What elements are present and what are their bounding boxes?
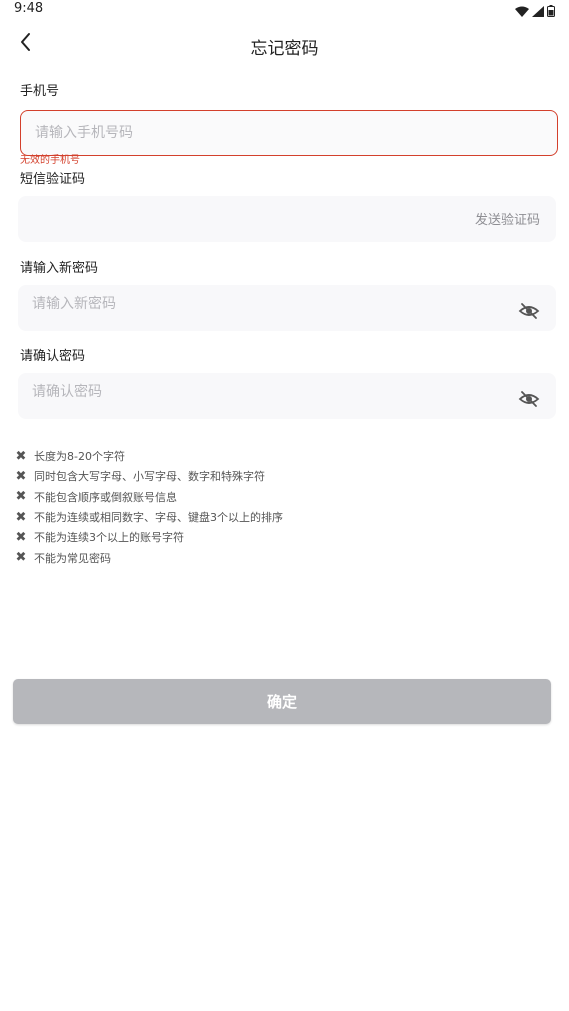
new-password-input[interactable] bbox=[32, 281, 432, 327]
new-password-visibility-toggle[interactable] bbox=[518, 300, 540, 322]
phone-field bbox=[20, 110, 558, 156]
confirm-password-field bbox=[18, 369, 556, 419]
cross-icon: ✖ bbox=[15, 489, 27, 505]
status-time: 9:48 bbox=[14, 1, 44, 16]
confirm-password-label: 请确认密码 bbox=[20, 349, 86, 364]
wifi-icon bbox=[515, 6, 529, 17]
cross-icon: ✖ bbox=[15, 509, 27, 525]
password-rule-text: 不能为常见密码 bbox=[34, 551, 111, 565]
password-rule: ✖ 长度为8-20个字符 bbox=[14, 446, 283, 466]
confirm-password-visibility-toggle[interactable] bbox=[518, 388, 540, 410]
eye-off-icon bbox=[518, 303, 540, 319]
confirm-password-input[interactable] bbox=[32, 369, 432, 415]
app-header: 忘记密码 bbox=[0, 22, 569, 66]
password-rule: ✖ 不能为连续3个以上的账号字符 bbox=[14, 527, 283, 547]
password-rules-list: ✖ 长度为8-20个字符 ✖ 同时包含大写字母、小写字母、数字和特殊字符 ✖ 不… bbox=[14, 446, 283, 568]
sms-code-label: 短信验证码 bbox=[20, 172, 86, 187]
password-rule: ✖ 不能为连续或相同数字、字母、键盘3个以上的排序 bbox=[14, 507, 283, 527]
password-rule-text: 同时包含大写字母、小写字母、数字和特殊字符 bbox=[34, 470, 265, 484]
password-rule-text: 不能为连续3个以上的账号字符 bbox=[34, 531, 184, 545]
cross-icon: ✖ bbox=[15, 550, 27, 566]
battery-icon bbox=[547, 5, 555, 17]
new-password-field bbox=[18, 281, 556, 331]
confirm-button[interactable]: 确定 bbox=[13, 679, 551, 724]
cross-icon: ✖ bbox=[15, 468, 27, 484]
eye-off-icon bbox=[518, 391, 540, 407]
phone-error-text: 无效的手机号 bbox=[20, 155, 80, 166]
status-bar: 9:48 bbox=[0, 0, 569, 22]
status-icons bbox=[515, 5, 555, 17]
sms-code-input[interactable] bbox=[32, 196, 412, 242]
password-rule: ✖ 不能为常见密码 bbox=[14, 547, 283, 567]
password-rule-text: 不能包含顺序或倒叙账号信息 bbox=[34, 490, 177, 504]
password-rule: ✖ 不能包含顺序或倒叙账号信息 bbox=[14, 487, 283, 507]
password-rule: ✖ 同时包含大写字母、小写字母、数字和特殊字符 bbox=[14, 466, 283, 486]
page-title: 忘记密码 bbox=[250, 39, 319, 59]
phone-label: 手机号 bbox=[20, 84, 60, 99]
phone-input[interactable] bbox=[35, 111, 435, 155]
new-password-label: 请输入新密码 bbox=[20, 261, 99, 276]
send-code-button[interactable]: 发送验证码 bbox=[475, 209, 540, 228]
sms-code-field: 发送验证码 bbox=[18, 196, 556, 242]
cross-icon: ✖ bbox=[15, 529, 27, 545]
signal-icon bbox=[532, 5, 544, 17]
cross-icon: ✖ bbox=[15, 448, 27, 464]
password-rule-text: 长度为8-20个字符 bbox=[34, 450, 125, 464]
password-rule-text: 不能为连续或相同数字、字母、键盘3个以上的排序 bbox=[34, 511, 283, 525]
